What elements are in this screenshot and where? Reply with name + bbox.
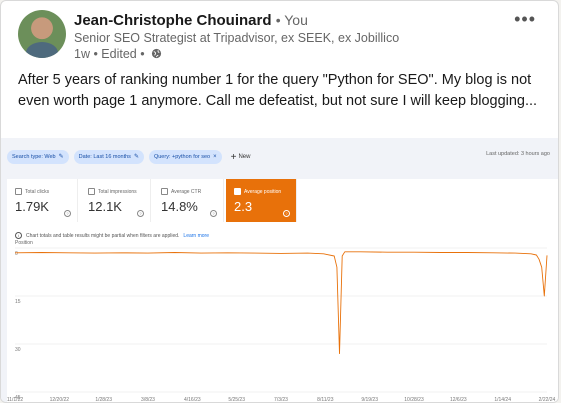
more-options-button[interactable]: ••• — [514, 9, 536, 30]
x-tick-label: 3/8/23 — [141, 397, 155, 403]
post-text: After 5 years of ranking number 1 for th… — [18, 72, 538, 109]
performance-panel: Total clicks 1.79K ? Total impressions 1… — [7, 179, 558, 403]
position-chart: Position015304511/1/22 12/20/22 1/28/23 3/8… — [7, 240, 556, 403]
pencil-icon[interactable]: ✎ — [134, 150, 139, 164]
x-tick-label: 8/11/23 — [317, 397, 334, 403]
post-meta: 1w • Edited • — [74, 47, 162, 62]
last-updated: Last updated: 3 hours ago — [486, 151, 550, 157]
metric-total-impressions[interactable]: Total impressions 12.1K ? — [80, 179, 151, 222]
checkbox-icon[interactable] — [161, 188, 168, 195]
x-tick-label: 9/19/23 — [361, 397, 378, 403]
y-tick-label: 0 — [15, 251, 18, 257]
checkbox-icon[interactable] — [88, 188, 95, 195]
y-axis-label: Position — [15, 240, 33, 246]
y-tick-label: 30 — [15, 347, 21, 353]
author-headline: Senior SEO Strategist at Tripadvisor, ex… — [74, 31, 400, 45]
x-tick-label: 4/16/23 — [184, 397, 201, 403]
filter-chip-search-type[interactable]: Search type: Web ✎ — [7, 150, 69, 164]
series-line — [14, 251, 548, 355]
metric-total-clicks[interactable]: Total clicks 1.79K ? — [7, 179, 78, 222]
filter-bar: Search type: Web ✎ Date: Last 16 months ✎ … — [7, 150, 250, 164]
x-tick-label: 12/6/23 — [450, 397, 467, 403]
x-tick-label: 10/28/23 — [404, 397, 424, 403]
relation-label: • You — [275, 12, 308, 28]
help-icon[interactable]: ? — [137, 210, 144, 217]
filter-chip-query[interactable]: Query: +python for seo × — [148, 150, 222, 164]
close-icon[interactable]: × — [213, 150, 217, 164]
post-card: Jean-Christophe Chouinard • You Senior S… — [0, 0, 559, 403]
plus-icon: + — [230, 151, 237, 163]
new-filter-button[interactable]: + New — [231, 152, 251, 163]
help-icon[interactable]: ? — [210, 210, 217, 217]
help-icon[interactable]: ? — [64, 210, 71, 217]
x-tick-label: 1/14/24 — [494, 397, 511, 403]
x-tick-label: 1/28/23 — [95, 397, 112, 403]
x-tick-label: 7/3/23 — [274, 397, 288, 403]
x-tick-label: 5/25/23 — [228, 397, 245, 403]
pencil-icon[interactable]: ✎ — [59, 150, 64, 164]
help-icon[interactable]: ? — [283, 210, 290, 217]
author-name[interactable]: Jean-Christophe Chouinard • You — [74, 12, 308, 29]
globe-icon — [151, 48, 162, 62]
attached-screenshot[interactable]: Search type: Web ✎ Date: Last 16 months ✎ … — [1, 138, 558, 403]
metric-average-ctr[interactable]: Average CTR 14.8% ? — [153, 179, 224, 222]
author-avatar[interactable] — [18, 10, 66, 58]
x-tick-label: 11/1/22 — [7, 397, 23, 403]
x-tick-label: 12/20/22 — [50, 397, 70, 403]
x-tick-label: 2/22/24 — [539, 397, 556, 403]
filter-chip-date[interactable]: Date: Last 16 months ✎ — [73, 150, 144, 164]
y-tick-label: 15 — [15, 299, 21, 305]
checkbox-icon[interactable] — [15, 188, 22, 195]
metric-average-position[interactable]: Average position 2.3 ? — [226, 179, 297, 222]
checkbox-icon[interactable] — [234, 188, 241, 195]
